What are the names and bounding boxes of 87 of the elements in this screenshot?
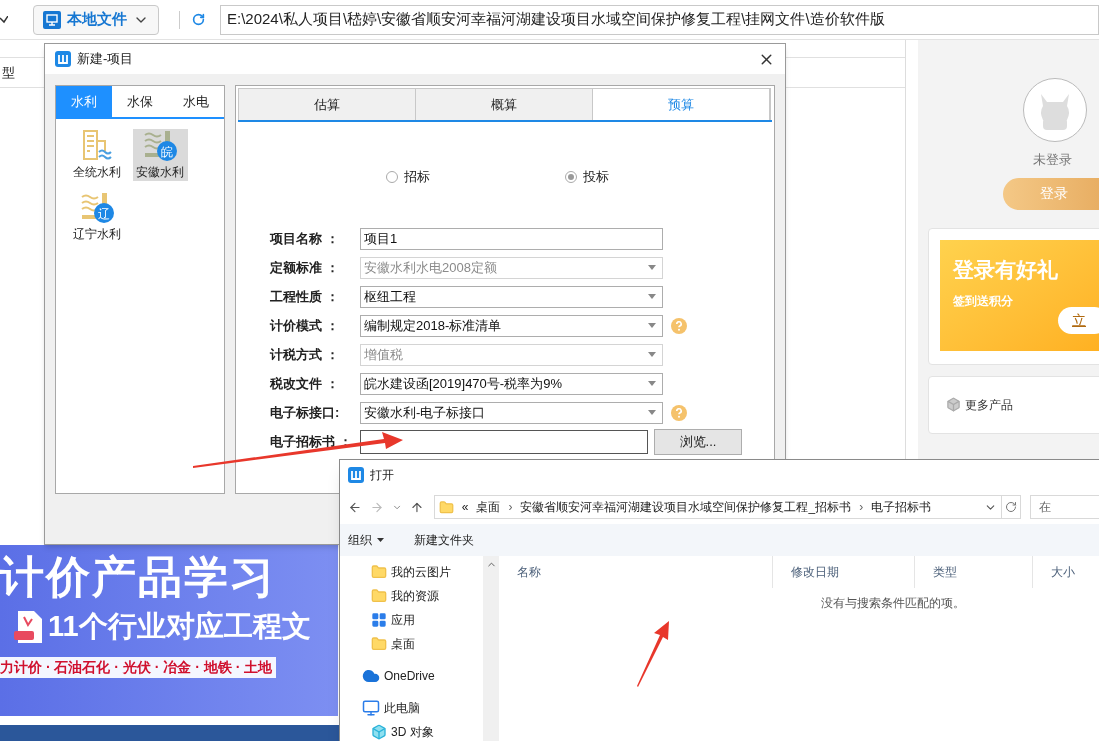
cube-icon (371, 724, 387, 740)
browse-button[interactable]: 浏览... (654, 428, 742, 455)
organize-menu[interactable]: 组织 (348, 531, 384, 549)
dropdown-caret-icon (648, 410, 656, 415)
folder-icon (371, 564, 387, 580)
nav-item[interactable]: 我的资源 (340, 584, 483, 608)
breadcrumb-separator: › (508, 499, 513, 516)
new-folder-button[interactable]: 新建文件夹 (414, 531, 474, 549)
field-label: 电子标接口: (270, 405, 340, 420)
breadcrumb-item[interactable]: 电子招标书 (871, 498, 932, 516)
dialog-title: 打开 (370, 467, 394, 484)
dropdown-caret-icon (648, 294, 656, 299)
address-bar[interactable]: « 桌面 › 安徽省顺安河幸福河湖建设项目水域空间保护修复工程_招标书 › 电子招标书 (433, 495, 1002, 519)
box-icon (946, 397, 961, 412)
computer-icon (362, 699, 380, 717)
field-label: 税改文件 ： (270, 376, 339, 391)
refresh-icon (1004, 501, 1017, 513)
annotation-arrow (636, 621, 670, 687)
pdf-file-icon (14, 610, 44, 643)
chevron-icon[interactable] (0, 15, 8, 24)
nav-item[interactable]: 桌面 (340, 632, 483, 656)
dropdown-caret-icon (648, 352, 656, 357)
field-label: 定额标准 ： (270, 260, 339, 275)
promo-subtitle: 签到送积分 (953, 293, 1014, 310)
folder-icon (371, 636, 387, 652)
nav-item[interactable]: 我的云图片 (340, 560, 483, 584)
more-products-card[interactable]: 更多产品 (928, 375, 1099, 434)
column-header[interactable]: 型 (2, 62, 15, 83)
field-label: 电子招标书 ： (270, 434, 352, 449)
radio-button[interactable] (386, 171, 398, 183)
local-files-button[interactable]: 本地文件 (33, 4, 159, 35)
dropdown-field[interactable]: 皖水建设函[2019]470号-税率为9% (360, 372, 663, 395)
breadcrumb-item[interactable]: 桌面 (476, 498, 501, 516)
monitor-icon (43, 10, 61, 29)
nav-item[interactable]: 应用 (340, 608, 483, 632)
banner-headline: 计价产品学习 (0, 551, 277, 603)
path-field[interactable]: E:\2024\私人项目\嵇婷\安徽省顺安河幸福河湖建设项目水域空间保护修复工程\挂网文件\造价软件版 (220, 4, 1099, 35)
promo-title: 登录有好礼 (953, 256, 1059, 283)
template-item[interactable]: 皖 安徽水利 (132, 129, 188, 181)
breadcrumb-separator: › (859, 499, 864, 516)
dropdown-field[interactable]: 安徽水利-电子标接口 (360, 401, 663, 424)
column-header[interactable]: 类型 (915, 556, 1033, 588)
promo-banner[interactable]: 计价产品学习 11个行业对应工程文 力计价 · 石油石化 · 光伏 · 冶金 · 地铁 · 土地 (0, 545, 338, 716)
banner-tags: 力计价 · 石油石化 · 光伏 · 冶金 · 地铁 · 土地 (0, 656, 277, 678)
field-label: 工程性质 ： (270, 289, 339, 304)
search-field[interactable]: 在 (1030, 495, 1099, 519)
breadcrumb-item[interactable]: 安徽省顺安河幸福河湖建设项目水域空间保护修复工程_招标书 (520, 498, 852, 516)
caret-icon (377, 538, 384, 542)
nav-item[interactable]: 此电脑 (340, 696, 483, 720)
column-header[interactable]: 名称 (499, 556, 773, 588)
column-header[interactable]: 大小 (1033, 556, 1099, 588)
login-status: 未登录 (1033, 151, 1073, 169)
folder-icon (438, 499, 454, 515)
dropdown-field[interactable]: 编制规定2018-标准清单 (360, 314, 663, 337)
dropdown-caret-icon (648, 323, 656, 328)
folder-icon (371, 588, 387, 604)
apps-icon (371, 612, 387, 628)
file-path-field[interactable] (360, 429, 648, 454)
claim-button[interactable]: 立 (1058, 306, 1099, 334)
field-label: 计税方式 ： (270, 347, 339, 362)
radio-button[interactable] (565, 171, 577, 183)
refresh-button[interactable] (1000, 495, 1021, 519)
dialog-title: 新建-项目 (77, 50, 134, 69)
template-item[interactable]: 辽 辽宁水利 (69, 191, 124, 243)
overflow-chevrons[interactable]: « (461, 498, 469, 516)
dropdown-field[interactable]: 枢纽工程 (360, 285, 663, 308)
template-item[interactable]: 全统水利 (69, 129, 124, 181)
stage-tab[interactable]: 预算 (593, 89, 770, 120)
radio-label: 投标 (583, 168, 609, 187)
dropdown-caret-icon (648, 381, 656, 386)
scrollbar[interactable] (483, 556, 499, 741)
app-logo-icon (348, 467, 364, 483)
field-label: 项目名称 ： (270, 231, 339, 246)
text-field[interactable]: 项目1 (360, 227, 663, 250)
building-icon (80, 129, 113, 161)
refresh-icon[interactable] (192, 13, 205, 26)
cloud-icon (362, 667, 380, 685)
dropdown-caret-icon (648, 265, 656, 270)
gift-promo[interactable]: 登录有好礼 签到送积分 立 (940, 239, 1099, 351)
nav-item[interactable]: 3D 对象 (340, 720, 483, 741)
app-logo-icon (55, 51, 71, 67)
field-label: 计价模式 ： (270, 318, 339, 333)
banner-subline: 11个行业对应工程文 (48, 609, 311, 644)
column-header[interactable]: 修改日期 (773, 556, 915, 588)
radio-label: 招标 (404, 168, 430, 187)
nav-item[interactable]: OneDrive (340, 664, 483, 688)
empty-message: 没有与搜索条件匹配的项。 (821, 595, 966, 612)
